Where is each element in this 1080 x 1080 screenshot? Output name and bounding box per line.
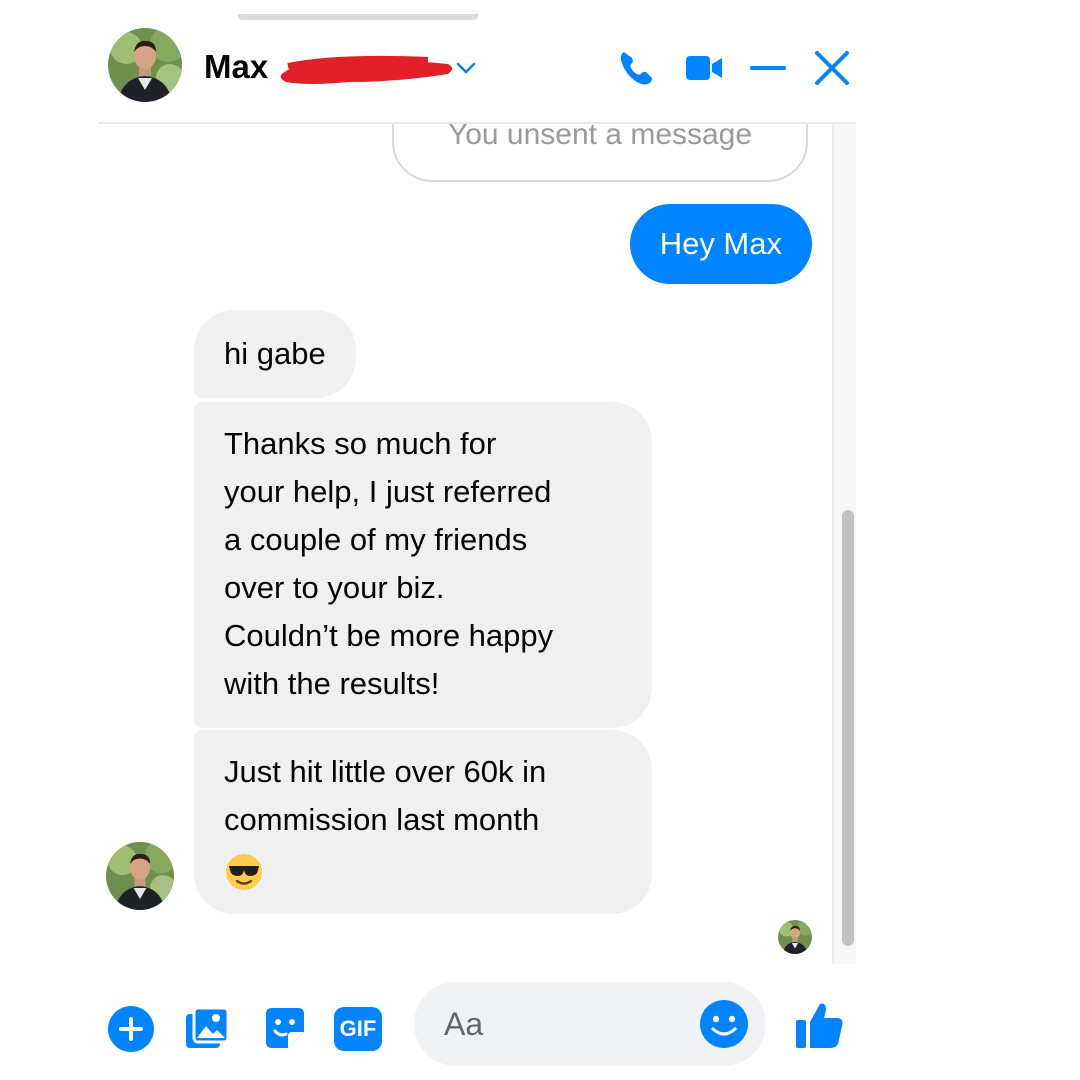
gif-label: GIF <box>339 1016 377 1041</box>
thumbs-up-icon[interactable] <box>792 998 846 1052</box>
sunglasses-emoji-icon <box>226 853 262 890</box>
message-line: with the results! <box>224 666 440 701</box>
outgoing-message[interactable]: Hey Max <box>629 204 812 284</box>
minimize-icon[interactable] <box>746 46 790 90</box>
seen-indicator-avatar <box>778 920 812 954</box>
window-tab-sliver <box>238 14 478 20</box>
chat-header: Max <box>98 14 856 124</box>
message-line: commission last month <box>224 802 540 837</box>
photo-icon[interactable] <box>182 1004 232 1054</box>
message-line: Couldn’t be more happy <box>224 618 554 653</box>
gif-icon[interactable]: GIF <box>334 1007 382 1051</box>
unsent-message-notice: You unsent a message <box>392 124 808 182</box>
phone-icon[interactable] <box>614 46 658 90</box>
message-composer: GIF <box>98 970 856 1080</box>
incoming-message[interactable]: Thanks so much for your help, I just ref… <box>194 402 652 728</box>
emoji-icon[interactable] <box>698 998 750 1050</box>
scrollbar-track[interactable] <box>832 124 856 964</box>
message-line: over to your biz. <box>224 570 445 605</box>
contact-avatar[interactable] <box>108 28 182 102</box>
page: Max You unsent a message Hey Max hi gabe… <box>0 0 1080 1080</box>
scrollbar-thumb[interactable] <box>842 510 854 946</box>
message-line: Just hit little over 60k in <box>224 754 547 789</box>
message-line: Thanks so much for <box>224 426 497 461</box>
redaction-scribble <box>280 55 452 84</box>
message-line: your help, I just referred <box>224 474 552 509</box>
close-icon[interactable] <box>810 46 854 90</box>
incoming-message[interactable]: hi gabe <box>194 310 356 398</box>
incoming-message[interactable]: Just hit little over 60k in commission l… <box>194 730 652 914</box>
chevron-down-icon[interactable] <box>454 58 478 78</box>
video-camera-icon[interactable] <box>682 46 726 90</box>
plus-icon[interactable] <box>106 1004 156 1054</box>
message-list[interactable]: You unsent a message Hey Max hi gabe Tha… <box>98 124 838 964</box>
sticker-icon[interactable] <box>260 1004 310 1054</box>
message-line: a couple of my friends <box>224 522 528 557</box>
contact-name[interactable]: Max <box>204 48 268 86</box>
sender-avatar[interactable] <box>106 842 174 910</box>
chat-window: Max You unsent a message Hey Max hi gabe… <box>98 14 856 1080</box>
